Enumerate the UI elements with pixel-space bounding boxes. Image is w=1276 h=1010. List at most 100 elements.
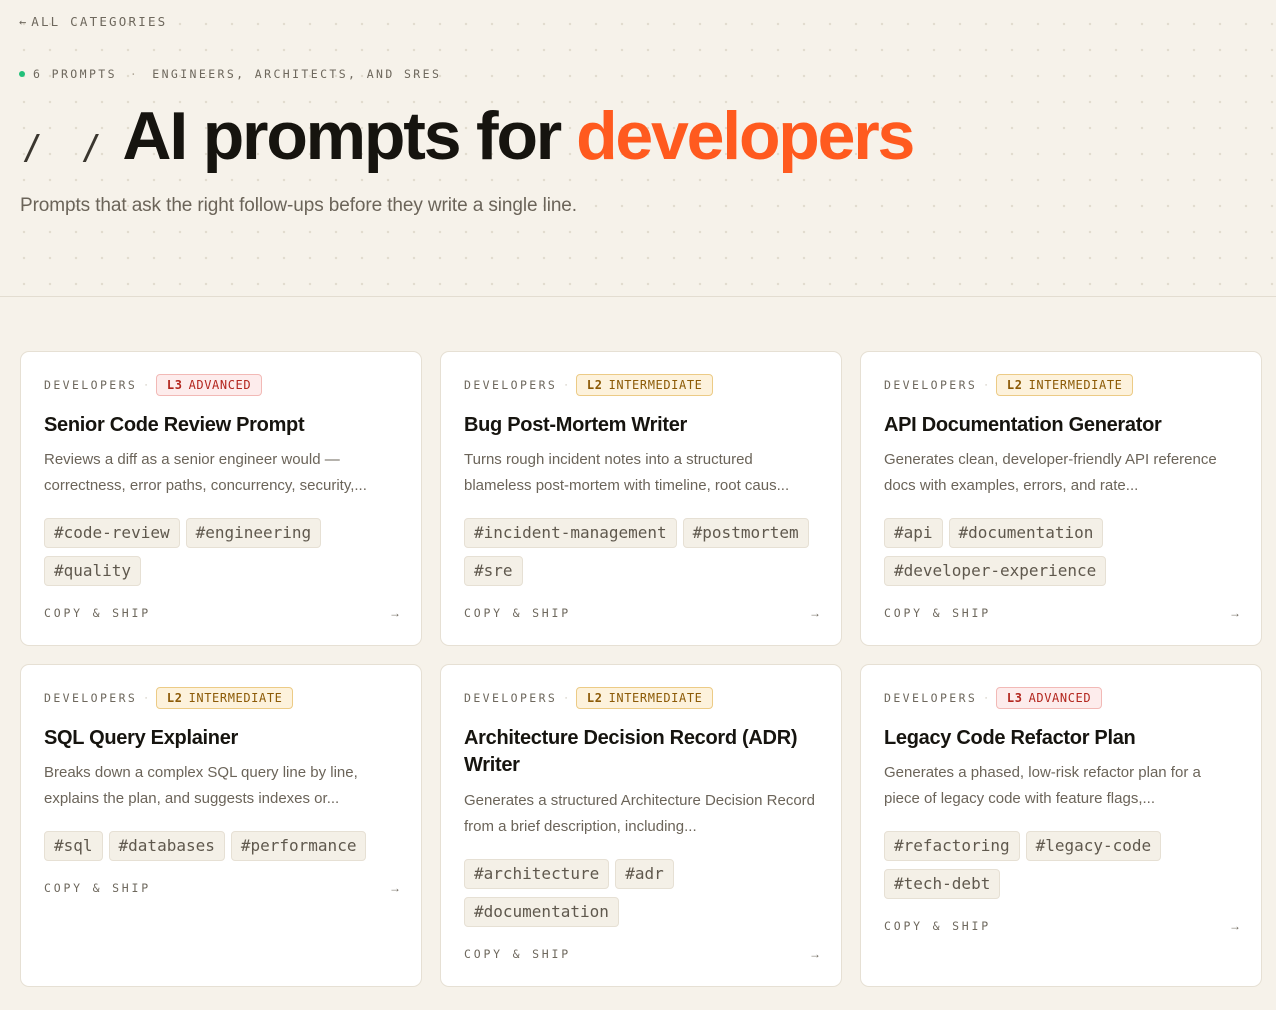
tag[interactable]: #engineering [185,518,322,548]
tag[interactable]: #documentation [464,897,619,927]
category-label: DEVELOPERS [884,691,978,705]
hero-meta: 6 PROMPTS · ENGINEERS, ARCHITECTS, AND S… [19,67,441,81]
level-badge: L2 INTERMEDIATE [575,687,714,709]
category-label: DEVELOPERS [884,378,978,392]
level-badge: L3 ADVANCED [995,687,1103,709]
level-name: INTERMEDIATE [608,691,703,705]
tag[interactable]: #documentation [948,518,1104,548]
prompt-card[interactable]: DEVELOPERS · L3 ADVANCED Legacy Code Refa… [860,664,1262,987]
copy-ship-button[interactable]: COPY & SHIP [464,606,571,620]
category-separator: · [144,692,148,704]
prompt-card[interactable]: DEVELOPERS · L2 INTERMEDIATE Architecture… [440,664,842,987]
copy-ship-button[interactable]: COPY & SHIP [884,606,991,620]
title-main: AI prompts for [122,98,562,174]
card-title[interactable]: Senior Code Review Prompt [44,412,395,439]
tag[interactable]: #sre [464,556,523,586]
level-badge: L2 INTERMEDIATE [575,374,714,396]
arrow-right-icon[interactable]: → [809,947,821,961]
card-description: Generates clean, developer-friendly API … [884,451,1217,494]
tag-list: #sql #databases #performance [44,831,405,861]
back-to-categories-link[interactable]: ← ALL CATEGORIES [19,14,167,29]
card-title[interactable]: API Documentation Generator [884,412,1235,439]
prompt-card[interactable]: DEVELOPERS · L2 INTERMEDIATE SQL Query Ex… [20,664,422,987]
level-name: INTERMEDIATE [608,378,703,392]
prompt-count: 6 PROMPTS [33,67,117,81]
card-footer: COPY & SHIP → [884,606,1241,620]
arrow-left-icon: ← [19,14,27,29]
category-separator: · [564,692,568,704]
category-label: DEVELOPERS [44,691,138,705]
tag[interactable]: #legacy-code [1025,831,1162,861]
arrow-right-icon[interactable]: → [389,881,401,895]
status-dot-icon [19,71,25,77]
card-footer: COPY & SHIP → [44,881,401,895]
copy-ship-button[interactable]: COPY & SHIP [884,919,991,933]
tag[interactable]: #incident-management [464,518,677,548]
level-badge: L2 INTERMEDIATE [995,374,1134,396]
tag[interactable]: #developer-experience [884,556,1107,586]
tag[interactable]: #code-review [44,518,180,548]
level-name: INTERMEDIATE [1028,378,1123,392]
card-footer: COPY & SHIP → [464,947,821,961]
card-title[interactable]: Architecture Decision Record (ADR) Write… [464,725,815,779]
card-header: DEVELOPERS · L2 INTERMEDIATE [464,374,714,396]
tag[interactable]: #architecture [464,859,610,889]
level-name: INTERMEDIATE [188,691,283,705]
category-label: DEVELOPERS [464,691,558,705]
tag[interactable]: #api [884,518,943,548]
copy-ship-button[interactable]: COPY & SHIP [44,606,151,620]
card-footer: COPY & SHIP → [44,606,401,620]
hero-section: ← ALL CATEGORIES 6 PROMPTS · ENGINEERS, … [0,0,1276,297]
card-description: Breaks down a complex SQL query line by … [44,764,358,807]
meta-separator: · [129,67,140,81]
copy-ship-button[interactable]: COPY & SHIP [464,947,571,961]
category-label: DEVELOPERS [44,378,138,392]
copy-ship-button[interactable]: COPY & SHIP [44,881,151,895]
tag[interactable]: #postmortem [682,518,809,548]
arrow-right-icon[interactable]: → [809,606,821,620]
prompt-card[interactable]: DEVELOPERS · L2 INTERMEDIATE Bug Post-Mor… [440,351,842,646]
tag[interactable]: #sql [44,831,103,861]
category-separator: · [564,379,568,391]
level-badge: L2 INTERMEDIATE [155,687,294,709]
tag[interactable]: #quality [44,556,142,586]
level-code: L3 [1006,691,1023,705]
category-separator: · [984,379,988,391]
back-link-label: ALL CATEGORIES [31,14,168,29]
category-label: DEVELOPERS [464,378,558,392]
category-separator: · [984,692,988,704]
card-title[interactable]: SQL Query Explainer [44,725,395,752]
card-description: Generates a structured Architecture Deci… [464,792,815,835]
arrow-right-icon[interactable]: → [1229,919,1241,933]
arrow-right-icon[interactable]: → [389,606,401,620]
level-code: L2 [166,691,183,705]
page-subtitle: Prompts that ask the right follow-ups be… [20,195,577,216]
card-title[interactable]: Bug Post-Mortem Writer [464,412,815,439]
slashes-decoration: / / [22,128,111,168]
card-description: Turns rough incident notes into a struct… [464,451,790,494]
card-footer: COPY & SHIP → [464,606,821,620]
arrow-right-icon[interactable]: → [1229,606,1241,620]
level-code: L2 [586,378,603,392]
card-header: DEVELOPERS · L2 INTERMEDIATE [44,687,294,709]
level-code: L2 [586,691,603,705]
card-description: Reviews a diff as a senior engineer woul… [44,451,367,494]
prompt-card[interactable]: DEVELOPERS · L2 INTERMEDIATE API Document… [860,351,1262,646]
tag[interactable]: #tech-debt [884,869,1001,899]
audience-label: ENGINEERS, ARCHITECTS, AND SRES [152,67,442,81]
card-header: DEVELOPERS · L2 INTERMEDIATE [884,374,1134,396]
card-header: DEVELOPERS · L2 INTERMEDIATE [464,687,714,709]
title-accent: developers [576,98,915,174]
tag[interactable]: #refactoring [884,831,1020,861]
level-name: ADVANCED [188,378,252,392]
card-header: DEVELOPERS · L3 ADVANCED [44,374,263,396]
tag[interactable]: #databases [108,831,225,861]
tag-list: #incident-management #postmortem #sre [464,518,825,586]
tag-list: #api #documentation #developer-experienc… [884,518,1245,586]
prompt-card[interactable]: DEVELOPERS · L3 ADVANCED Senior Code Revi… [20,351,422,646]
page-title: / / AI prompts for developers [22,98,915,186]
tag[interactable]: #performance [230,831,367,861]
card-title[interactable]: Legacy Code Refactor Plan [884,725,1235,752]
tag[interactable]: #adr [615,859,674,889]
level-name: ADVANCED [1028,691,1092,705]
